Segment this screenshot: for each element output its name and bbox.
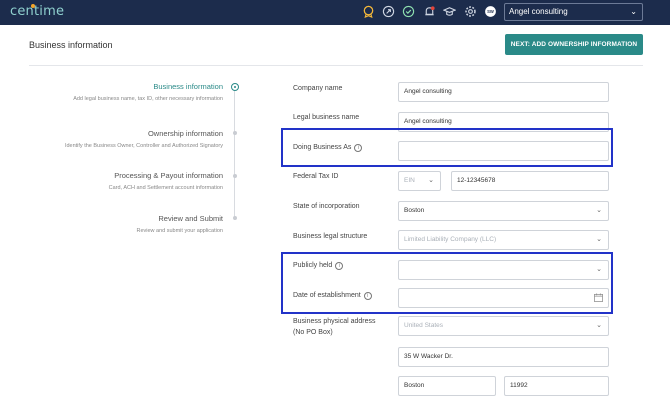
chevron-down-icon: ⌄ xyxy=(596,236,602,243)
step-review-submit[interactable]: Review and Submit Review and submit your… xyxy=(136,214,223,234)
header-divider xyxy=(29,65,643,66)
legal-business-name-label: Legal business name xyxy=(293,114,360,121)
step-description: Review and submit your application xyxy=(136,228,223,234)
address-label-line2: (No PO Box) xyxy=(293,329,333,336)
business-legal-structure-value: Limited Liability Company (LLC) xyxy=(404,236,497,243)
step-ownership-information[interactable]: Ownership information Identify the Busin… xyxy=(65,129,223,149)
state-of-incorporation-select[interactable]: Boston ⌄ xyxy=(398,201,609,221)
rocket-icon[interactable] xyxy=(381,4,395,18)
account-selector[interactable]: Angel consulting ⌄ xyxy=(504,3,643,21)
company-name-input[interactable]: Angel consulting xyxy=(398,82,609,102)
highlight-box-publicly-held-date xyxy=(281,252,613,314)
step-description: Card, ACH and Settlement account informa… xyxy=(108,185,223,191)
street-address-input[interactable]: 35 W Wacker Dr. xyxy=(398,347,609,367)
city-input[interactable]: Boston xyxy=(398,376,496,396)
step-title: Processing & Payout information xyxy=(114,171,223,180)
step-business-information[interactable]: Business information Add legal business … xyxy=(73,82,223,102)
user-avatar-icon[interactable]: SW xyxy=(483,4,497,18)
step-processing-payout[interactable]: Processing & Payout information Card, AC… xyxy=(109,171,223,191)
step-indicator xyxy=(233,131,237,135)
centime-logo[interactable]: centime xyxy=(10,4,64,19)
company-name-label: Company name xyxy=(293,85,343,92)
chevron-down-icon: ⌄ xyxy=(428,177,434,184)
federal-tax-id-input[interactable]: 12-12345678 xyxy=(451,171,609,191)
state-of-incorporation-value: Boston xyxy=(404,207,425,214)
country-select[interactable]: United States ⌄ xyxy=(398,316,609,336)
graduation-cap-icon[interactable] xyxy=(442,4,456,18)
award-icon[interactable] xyxy=(361,4,375,18)
page-title: Business information xyxy=(29,40,113,50)
tax-id-type-select[interactable]: EIN ⌄ xyxy=(398,171,441,191)
step-indicator xyxy=(233,216,237,220)
top-navigation-bar: centime SW Angel consulting ⌄ xyxy=(0,0,670,25)
logo-accent-dot xyxy=(31,4,35,8)
step-description: Add legal business name, tax ID, other n… xyxy=(73,96,223,102)
chevron-down-icon: ⌄ xyxy=(630,7,637,16)
shield-check-icon[interactable] xyxy=(401,4,415,18)
business-physical-address-label: Business physical address (No PO Box) xyxy=(293,316,376,338)
business-legal-structure-select[interactable]: Limited Liability Company (LLC) ⌄ xyxy=(398,230,609,250)
svg-text:SW: SW xyxy=(487,9,494,14)
state-of-incorporation-label: State of incorporation xyxy=(293,203,360,210)
bell-icon[interactable] xyxy=(422,4,436,18)
address-label-line1: Business physical address xyxy=(293,318,376,325)
federal-tax-id-label: Federal Tax ID xyxy=(293,173,339,180)
business-legal-structure-label: Business legal structure xyxy=(293,233,368,240)
chevron-down-icon: ⌄ xyxy=(596,322,602,329)
step-title: Review and Submit xyxy=(158,214,223,223)
highlight-box-dba xyxy=(281,128,613,167)
account-selector-value: Angel consulting xyxy=(509,7,568,16)
step-indicator-active xyxy=(231,83,239,91)
gear-icon[interactable] xyxy=(463,4,477,18)
zip-code-input[interactable]: 11992 xyxy=(504,376,609,396)
stepper-line xyxy=(234,90,235,220)
step-title: Business information xyxy=(153,82,223,91)
chevron-down-icon: ⌄ xyxy=(596,207,602,214)
next-add-ownership-button[interactable]: NEXT: ADD OWNERSHIP INFORMATION xyxy=(505,34,643,55)
step-title: Ownership information xyxy=(147,129,223,138)
tax-id-type-value: EIN xyxy=(404,177,415,184)
step-description: Identify the Business Owner, Controller … xyxy=(64,143,223,149)
country-value: United States xyxy=(404,322,444,329)
step-indicator xyxy=(233,174,237,178)
